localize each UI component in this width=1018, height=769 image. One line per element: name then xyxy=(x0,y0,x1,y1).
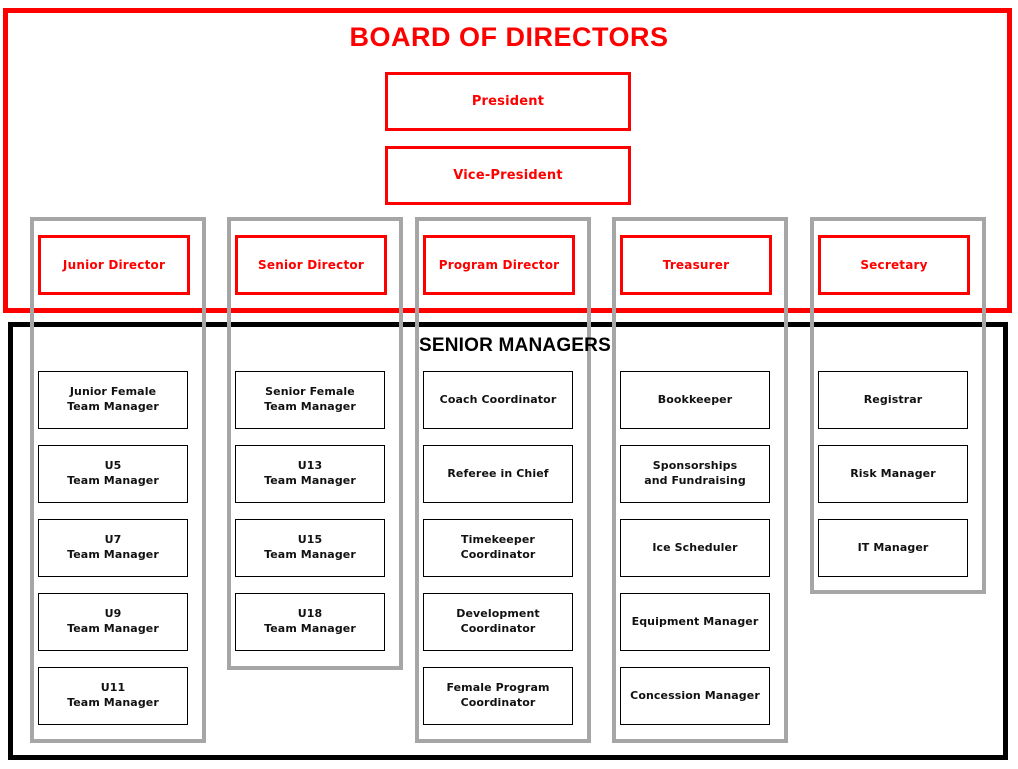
node-u9-team-manager[interactable]: U9 Team Manager xyxy=(38,593,188,651)
node-timekeeper-coordinator[interactable]: Timekeeper Coordinator xyxy=(423,519,573,577)
node-junior-director[interactable]: Junior Director xyxy=(38,235,190,295)
node-program-director[interactable]: Program Director xyxy=(423,235,575,295)
node-senior-director[interactable]: Senior Director xyxy=(235,235,387,295)
node-label: U9 Team Manager xyxy=(67,607,159,635)
node-u13-team-manager[interactable]: U13 Team Manager xyxy=(235,445,385,503)
node-junior-female-team-manager[interactable]: Junior Female Team Manager xyxy=(38,371,188,429)
node-label: President xyxy=(471,94,545,109)
node-label: Junior Director xyxy=(62,257,166,272)
node-label: Senior Female Team Manager xyxy=(264,385,356,413)
node-label: Risk Manager xyxy=(850,466,936,480)
node-bookkeeper[interactable]: Bookkeeper xyxy=(620,371,770,429)
node-risk-manager[interactable]: Risk Manager xyxy=(818,445,968,503)
node-label: Junior Female Team Manager xyxy=(67,385,159,413)
node-equipment-manager[interactable]: Equipment Manager xyxy=(620,593,770,651)
node-label: Female Program Coordinator xyxy=(446,681,550,709)
node-label: U11 Team Manager xyxy=(67,681,159,709)
node-u5-team-manager[interactable]: U5 Team Manager xyxy=(38,445,188,503)
node-label: Registrar xyxy=(863,392,923,406)
node-registrar[interactable]: Registrar xyxy=(818,371,968,429)
node-coach-coordinator[interactable]: Coach Coordinator xyxy=(423,371,573,429)
node-concession-manager[interactable]: Concession Manager xyxy=(620,667,770,725)
node-referee-in-chief[interactable]: Referee in Chief xyxy=(423,445,573,503)
node-label: Timekeeper Coordinator xyxy=(460,533,536,561)
node-sponsorships-and-fundraising[interactable]: Sponsorships and Fundraising xyxy=(620,445,770,503)
node-label: Referee in Chief xyxy=(447,466,549,480)
node-label: IT Manager xyxy=(857,540,929,554)
node-label: Secretary xyxy=(860,257,928,272)
node-label: Equipment Manager xyxy=(631,614,759,628)
node-development-coordinator[interactable]: Development Coordinator xyxy=(423,593,573,651)
node-treasurer[interactable]: Treasurer xyxy=(620,235,772,295)
node-u11-team-manager[interactable]: U11 Team Manager xyxy=(38,667,188,725)
node-label: Ice Scheduler xyxy=(652,540,738,554)
node-label: U15 Team Manager xyxy=(264,533,356,561)
senior-managers-title: SENIOR MANAGERS xyxy=(419,335,611,356)
board-of-directors-title: BOARD OF DIRECTORS xyxy=(349,22,669,52)
node-it-manager[interactable]: IT Manager xyxy=(818,519,968,577)
node-label: Coach Coordinator xyxy=(439,392,557,406)
node-label: Sponsorships and Fundraising xyxy=(644,459,746,487)
node-president[interactable]: President xyxy=(385,72,631,131)
node-label: Development Coordinator xyxy=(456,607,540,635)
node-u7-team-manager[interactable]: U7 Team Manager xyxy=(38,519,188,577)
node-label: Treasurer xyxy=(662,257,730,272)
node-senior-female-team-manager[interactable]: Senior Female Team Manager xyxy=(235,371,385,429)
node-label: Bookkeeper xyxy=(657,392,733,406)
node-female-program-coordinator[interactable]: Female Program Coordinator xyxy=(423,667,573,725)
node-label: U13 Team Manager xyxy=(264,459,356,487)
node-label: U5 Team Manager xyxy=(67,459,159,487)
node-label: U7 Team Manager xyxy=(67,533,159,561)
node-u18-team-manager[interactable]: U18 Team Manager xyxy=(235,593,385,651)
org-chart-canvas: BOARD OF DIRECTORS President Vice-Presid… xyxy=(0,0,1018,769)
node-label: Vice-President xyxy=(453,168,563,183)
node-label: Senior Director xyxy=(258,257,364,272)
node-label: U18 Team Manager xyxy=(264,607,356,635)
node-vice-president[interactable]: Vice-President xyxy=(385,146,631,205)
node-u15-team-manager[interactable]: U15 Team Manager xyxy=(235,519,385,577)
node-label: Program Director xyxy=(438,257,560,272)
node-ice-scheduler[interactable]: Ice Scheduler xyxy=(620,519,770,577)
node-secretary[interactable]: Secretary xyxy=(818,235,970,295)
node-label: Concession Manager xyxy=(630,688,760,702)
